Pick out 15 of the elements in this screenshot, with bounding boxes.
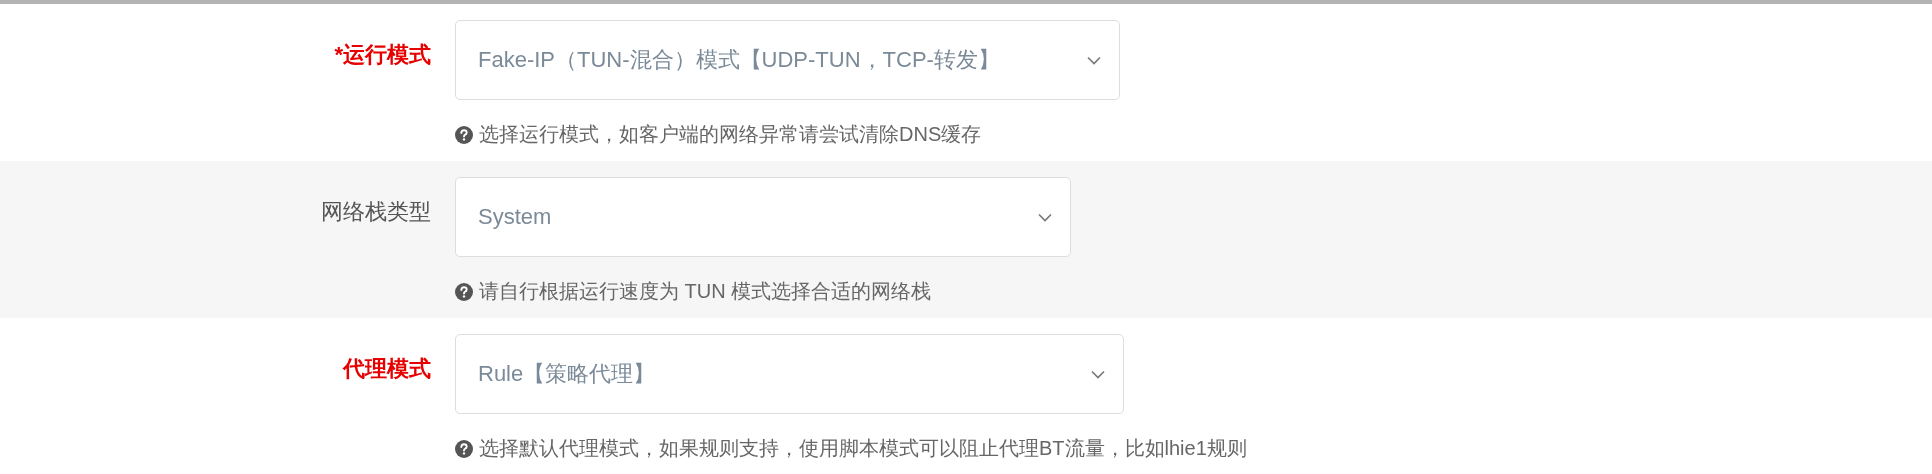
- help-icon: [455, 439, 473, 458]
- dropdown-select[interactable]: Rule【策略代理】: [455, 334, 1124, 414]
- help-text: 选择运行模式，如客户端的网络异常请尝试清除DNS缓存: [479, 122, 982, 147]
- field-label: *运行模式: [334, 42, 431, 67]
- chevron-down-icon: [1038, 212, 1052, 222]
- chevron-down-icon: [1091, 369, 1105, 379]
- help-icon: [455, 282, 473, 301]
- help-text: 选择默认代理模式，如果规则支持，使用脚本模式可以阻止代理BT流量，比如lhie1规则: [479, 436, 1247, 461]
- dropdown-select[interactable]: Fake-IP（TUN-混合）模式【UDP-TUN，TCP-转发】: [455, 20, 1120, 100]
- dropdown-select[interactable]: System: [455, 177, 1071, 257]
- help-text: 请自行根据运行速度为 TUN 模式选择合适的网络栈: [479, 279, 932, 304]
- field-label: 网络栈类型: [321, 199, 431, 224]
- chevron-down-icon: [1087, 55, 1101, 65]
- field-label: 代理模式: [343, 356, 431, 381]
- help-icon: [455, 125, 473, 144]
